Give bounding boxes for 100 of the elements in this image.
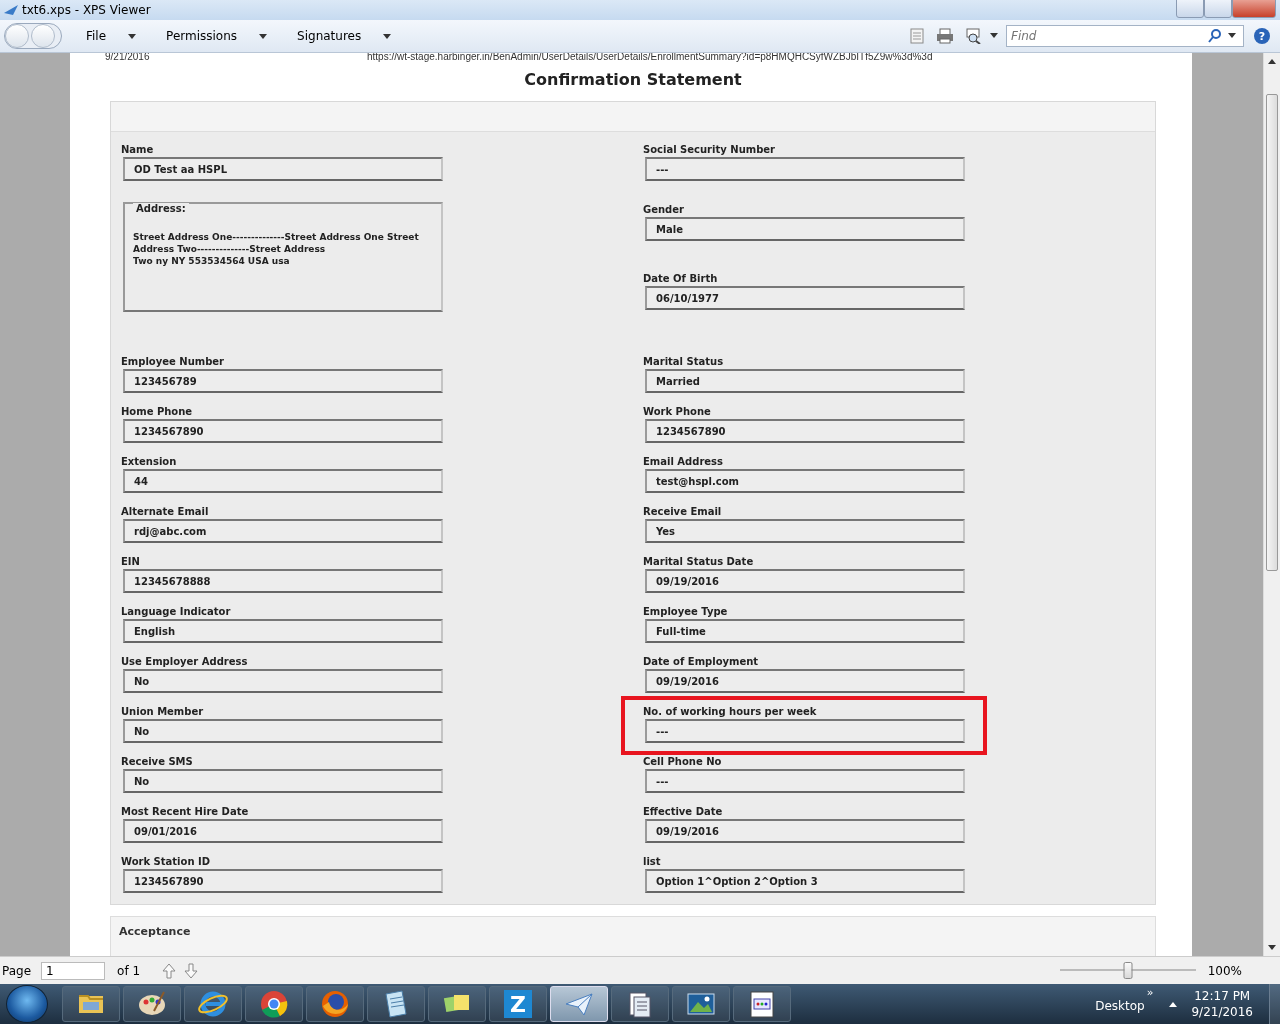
taskbar-button[interactable] [733, 986, 791, 1022]
browser-icon [319, 988, 351, 1020]
field-label: Cell Phone No [643, 756, 723, 768]
field-label: Date Of Birth [643, 273, 719, 285]
next-page-icon[interactable] [184, 962, 199, 979]
zoom-level: 100% [1207, 963, 1242, 978]
taskbar-button[interactable] [428, 986, 486, 1022]
field-value: 09/01/2016 [123, 819, 443, 843]
field-label: Marital Status [643, 356, 725, 368]
field-label: Work Station ID [121, 856, 212, 868]
field-value: Yes [645, 519, 965, 543]
field-label: Home Phone [121, 406, 194, 418]
menu-item[interactable]: File [80, 27, 143, 45]
scroll-down-icon[interactable] [1268, 945, 1276, 951]
window-title: txt6.xps - XPS Viewer [22, 3, 152, 17]
find-field[interactable]: Find [1006, 25, 1244, 47]
field-value: 1234567890 [645, 419, 965, 443]
field-label: Date of Employment [643, 656, 760, 668]
field-label: Receive Email [643, 506, 723, 518]
printer-icon[interactable] [936, 28, 954, 44]
field-value: Full-time [645, 619, 965, 643]
taskbar-button[interactable] [123, 986, 181, 1022]
field-label: Name [121, 144, 155, 156]
scroll-up-icon[interactable] [1268, 59, 1276, 65]
field-value: No [123, 719, 443, 743]
caret-icon [128, 33, 137, 39]
scrollbar-thumb[interactable] [1266, 94, 1278, 571]
field-value: 06/10/1977 [645, 286, 965, 310]
field-value: rdj@abc.com [123, 519, 443, 543]
previous-page-icon[interactable] [162, 962, 177, 979]
clock[interactable]: 12:17 PM 9/21/2016 [1191, 988, 1253, 1020]
taskbar-button[interactable] [62, 986, 120, 1022]
field-label: Employee Number [121, 356, 226, 368]
taskbar-button[interactable] [306, 986, 364, 1022]
field-label: Email Address [643, 456, 724, 468]
toolbar-chevron[interactable]: » [1146, 986, 1154, 999]
search-icon[interactable] [1208, 29, 1222, 43]
field-value: No [123, 669, 443, 693]
help-button[interactable]: ? [1254, 28, 1270, 44]
page-count: of 1 [117, 963, 141, 978]
page-number-field[interactable]: 1 [41, 961, 106, 980]
taskbar-button[interactable] [611, 986, 669, 1022]
field-value: No [123, 769, 443, 793]
field-label: Effective Date [643, 806, 724, 818]
address-text: Street Address One--------------Street Address One Street Address Two--------------Street Address Two ny NY 553534564 USA usa [133, 231, 420, 267]
field-value: 123456789 [123, 369, 443, 393]
vertical-scrollbar[interactable] [1263, 53, 1280, 956]
field-label: Work Phone [643, 406, 712, 418]
address-label: Address: [133, 203, 189, 214]
field-label: Extension [121, 456, 178, 468]
field-label: Use Employer Address [121, 656, 249, 668]
clock-date: 9/21/2016 [1191, 1004, 1253, 1020]
field-label: No. of working hours per week [643, 706, 818, 718]
field-value: 09/19/2016 [645, 669, 965, 693]
field-value: 09/19/2016 [645, 819, 965, 843]
tray-expand-icon[interactable] [1169, 1001, 1178, 1007]
field-value: --- [645, 719, 965, 743]
field-label: Social Security Number [643, 144, 777, 156]
start-button[interactable] [6, 985, 48, 1023]
field-label: Language Indicator [121, 606, 232, 618]
taskbar-button[interactable] [184, 986, 242, 1022]
section-header: Acceptance [110, 916, 1157, 956]
field-label: Alternate Email [121, 506, 210, 518]
field-label: Employee Type [643, 606, 729, 618]
field-value: 1234567890 [123, 419, 443, 443]
page-label: Page [2, 963, 32, 978]
caret-icon[interactable] [1225, 33, 1239, 39]
field-label: Most Recent Hire Date [121, 806, 250, 818]
field-value: Male [645, 217, 965, 241]
field-value: --- [645, 157, 965, 181]
field-value: 12345678888 [123, 569, 443, 593]
browser-icon [258, 988, 290, 1020]
page-url: https://wt-stage.harbinger.in/BenAdmin/UserDetails/UserDetails/EnrollmentSummary?id=p8HMQHCSyfWZBJbITf5Z9w%3d%3d [367, 53, 933, 62]
field-value: --- [645, 769, 965, 793]
taskbar-button[interactable]: Z [489, 986, 547, 1022]
field-value: Option 1^Option 2^Option 3 [645, 869, 965, 893]
field-label: EIN [121, 556, 141, 568]
field-label: Marital Status Date [643, 556, 755, 568]
field-value: 44 [123, 469, 443, 493]
menu-item[interactable]: Signatures [291, 27, 398, 45]
menu-item[interactable]: Permissions [160, 27, 274, 45]
field-label: Union Member [121, 706, 205, 718]
caret-icon[interactable] [988, 33, 1000, 39]
document-title: Confirmation Statement [523, 70, 743, 89]
field-value: OD Test aa HSPL [123, 157, 443, 181]
field-value: 1234567890 [123, 869, 443, 893]
taskbar-button[interactable] [245, 986, 303, 1022]
slider-thumb[interactable] [1123, 962, 1133, 979]
taskbar-button[interactable] [367, 986, 425, 1022]
field-value: test@hspl.com [645, 469, 965, 493]
app-icon [4, 5, 18, 15]
field-value: 09/19/2016 [645, 569, 965, 593]
print-date: 9/21/2016 [105, 53, 151, 62]
desktop-toolbar[interactable]: Desktop [1095, 999, 1145, 1013]
caret-icon [383, 33, 392, 39]
field-value: Married [645, 369, 965, 393]
field-value: English [123, 619, 443, 643]
field-label: Receive SMS [121, 756, 194, 768]
field-label: list [643, 856, 662, 868]
clock-time: 12:17 PM [1194, 988, 1251, 1004]
